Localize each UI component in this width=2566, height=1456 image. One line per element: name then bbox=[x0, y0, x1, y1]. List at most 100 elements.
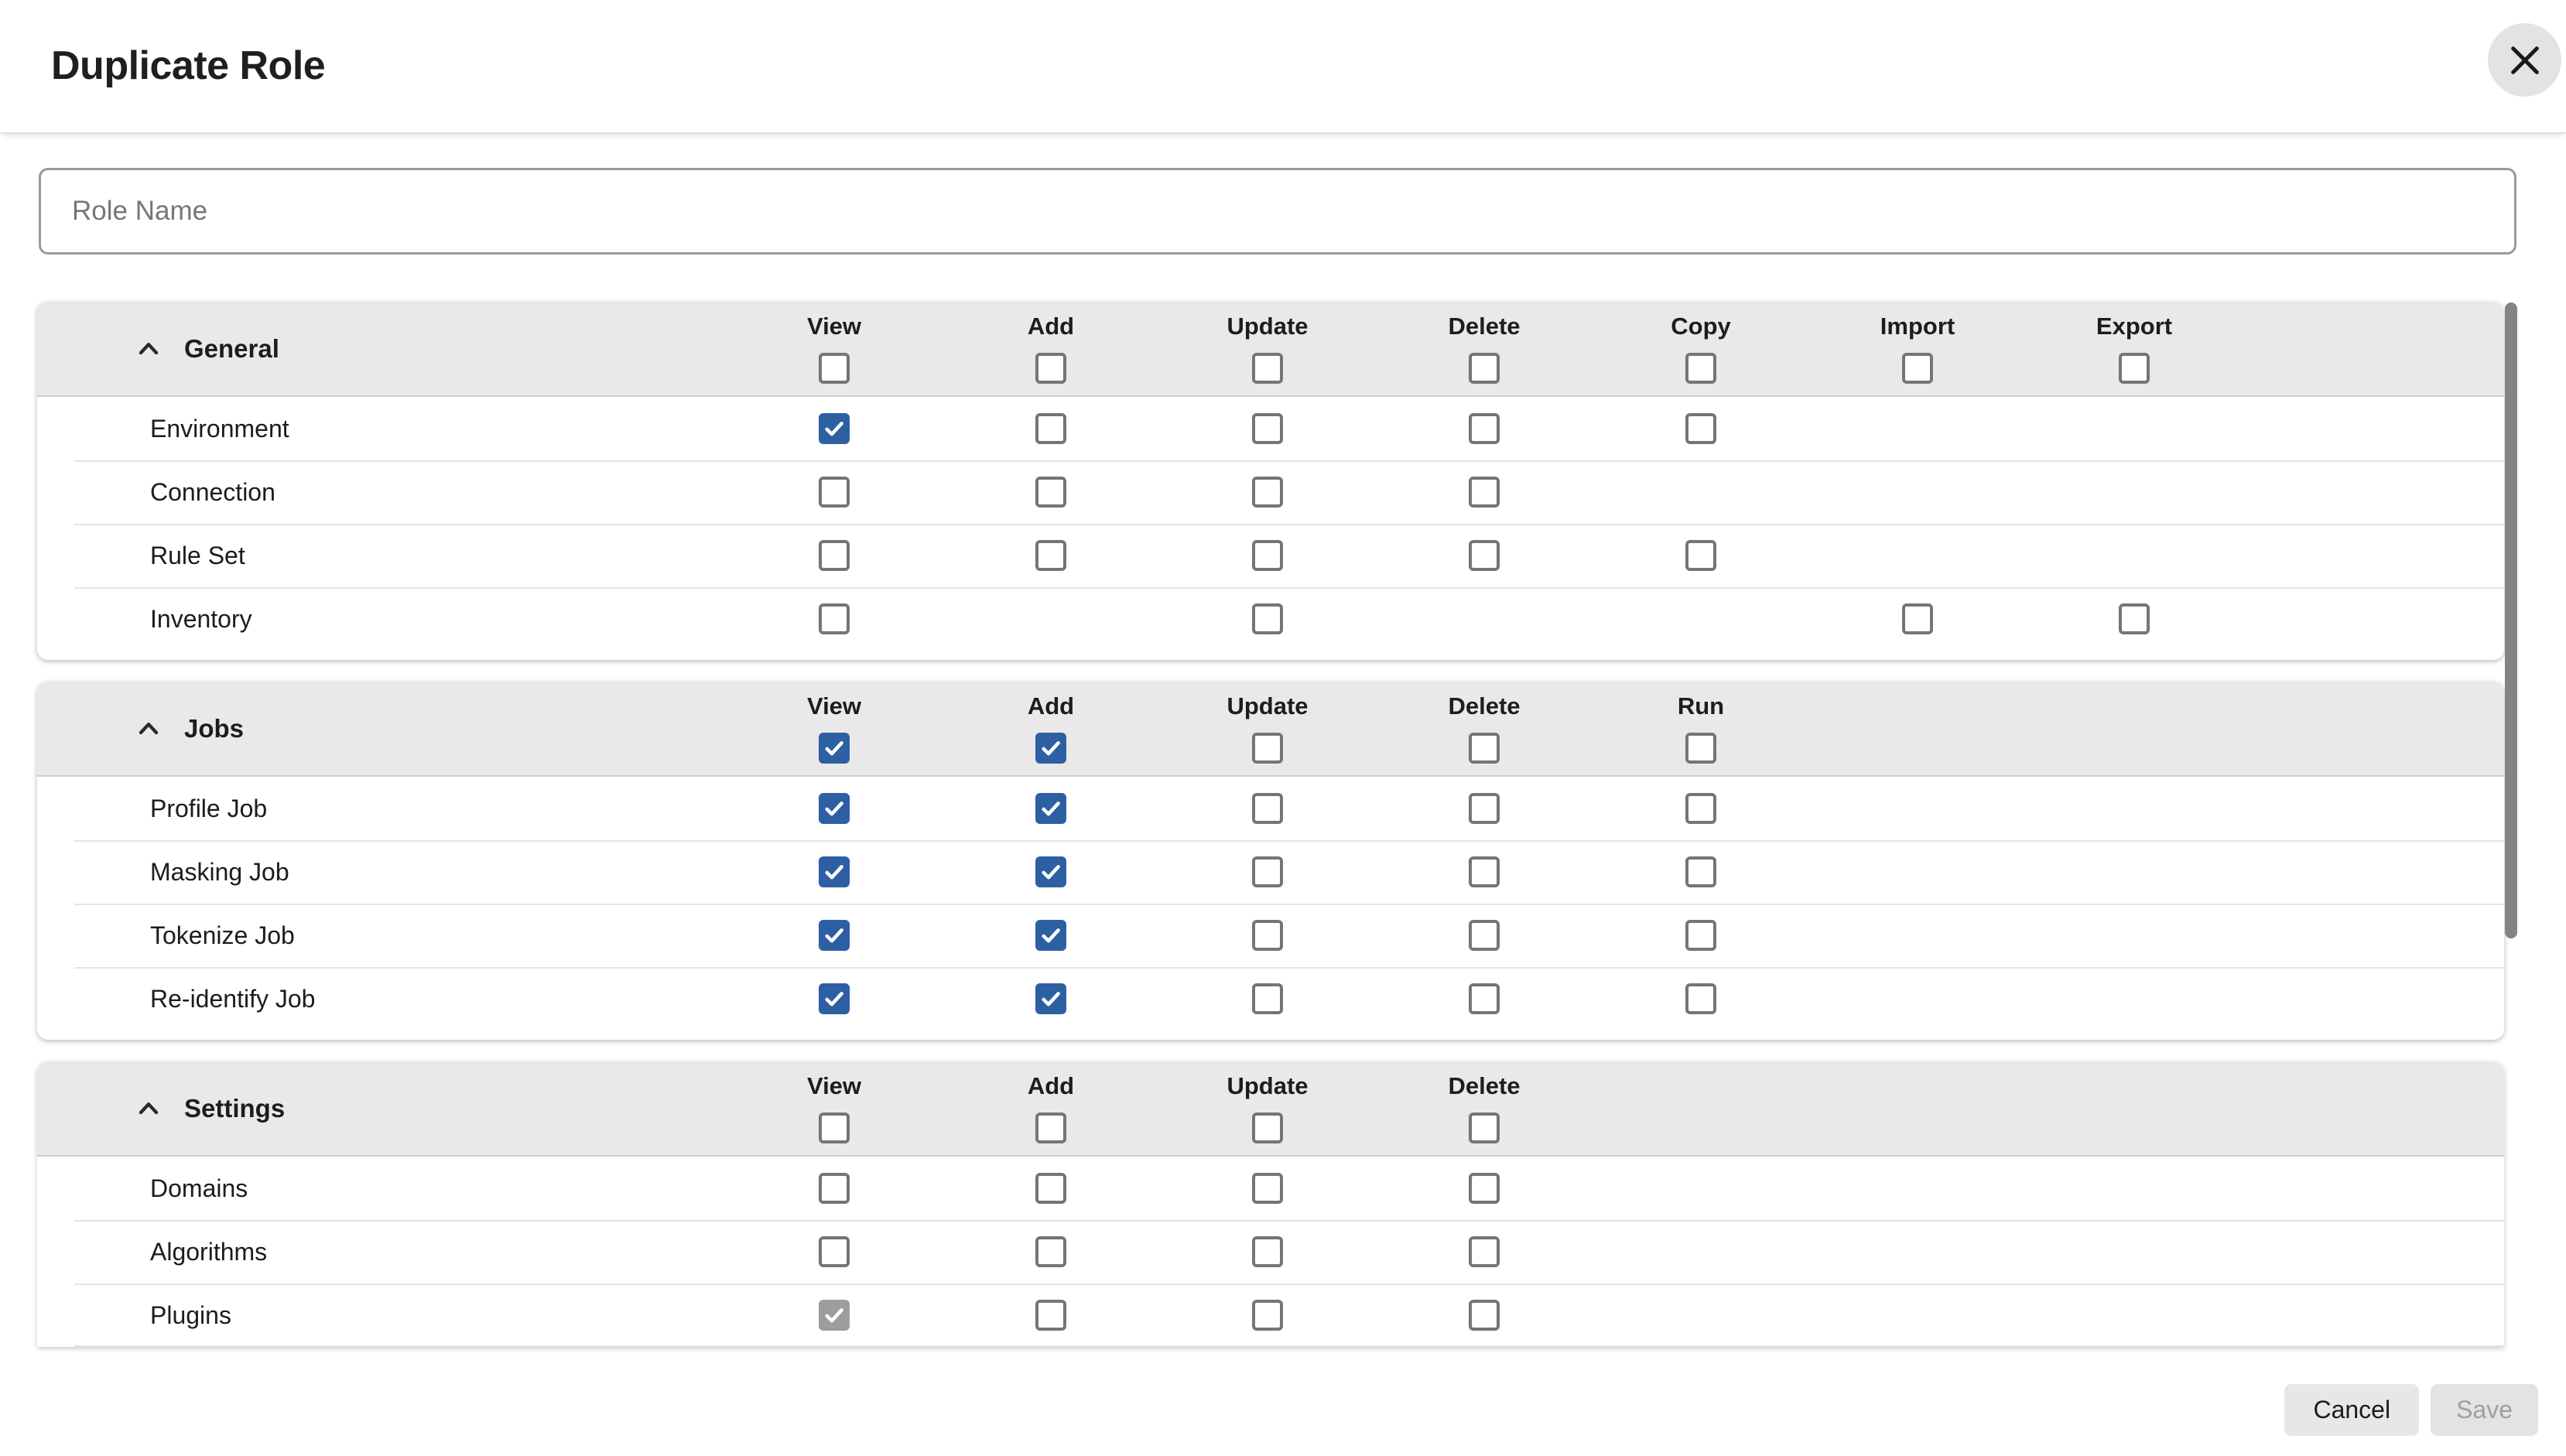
checkbox-jobs-masking-job-delete[interactable] bbox=[1469, 856, 1500, 887]
close-button[interactable] bbox=[2488, 23, 2561, 97]
checkbox-settings-select-all-update[interactable] bbox=[1252, 1113, 1283, 1143]
checkbox-general-rule-set-add[interactable] bbox=[1035, 540, 1066, 571]
row-label: Connection bbox=[150, 478, 275, 506]
checkbox-general-environment-view[interactable] bbox=[819, 413, 850, 444]
checkbox-general-rule-set-delete[interactable] bbox=[1469, 540, 1500, 571]
checkbox-jobs-select-all-add[interactable] bbox=[1035, 733, 1066, 764]
cell-run bbox=[1593, 856, 1809, 887]
checkbox-jobs-masking-job-add[interactable] bbox=[1035, 856, 1066, 887]
checkbox-general-select-all-update[interactable] bbox=[1252, 353, 1283, 384]
cell-add bbox=[943, 1236, 1159, 1267]
chevron-up-icon bbox=[133, 1093, 164, 1124]
checkbox-settings-plugins-update[interactable] bbox=[1252, 1300, 1283, 1331]
checkbox-jobs-re-identify-job-delete[interactable] bbox=[1469, 983, 1500, 1014]
collapse-section-button[interactable] bbox=[132, 332, 166, 366]
checkbox-settings-domains-delete[interactable] bbox=[1469, 1173, 1500, 1204]
cell-delete bbox=[1376, 1236, 1593, 1267]
collapse-section-button[interactable] bbox=[132, 712, 166, 746]
checkbox-jobs-tokenize-job-run[interactable] bbox=[1685, 920, 1716, 951]
checkbox-settings-algorithms-update[interactable] bbox=[1252, 1236, 1283, 1267]
checkbox-general-environment-update[interactable] bbox=[1252, 413, 1283, 444]
checkbox-general-connection-add[interactable] bbox=[1035, 477, 1066, 508]
checkbox-jobs-select-all-delete[interactable] bbox=[1469, 733, 1500, 764]
checkbox-general-inventory-view[interactable] bbox=[819, 603, 850, 634]
checkbox-settings-plugins-add[interactable] bbox=[1035, 1300, 1066, 1331]
checkbox-settings-algorithms-view[interactable] bbox=[819, 1236, 850, 1267]
cancel-button[interactable]: Cancel bbox=[2284, 1384, 2419, 1436]
checkbox-jobs-re-identify-job-run[interactable] bbox=[1685, 983, 1716, 1014]
checkbox-settings-select-all-view[interactable] bbox=[819, 1113, 850, 1143]
checkbox-jobs-profile-job-delete[interactable] bbox=[1469, 793, 1500, 824]
checkbox-settings-select-all-add[interactable] bbox=[1035, 1113, 1066, 1143]
vertical-scrollbar-thumb[interactable] bbox=[2505, 302, 2517, 938]
checkbox-general-inventory-import[interactable] bbox=[1902, 603, 1933, 634]
checkbox-general-rule-set-copy[interactable] bbox=[1685, 540, 1716, 571]
role-name-input[interactable] bbox=[39, 168, 2516, 255]
checkbox-jobs-tokenize-job-view[interactable] bbox=[819, 920, 850, 951]
checkbox-jobs-re-identify-job-view[interactable] bbox=[819, 983, 850, 1014]
checkbox-general-environment-copy[interactable] bbox=[1685, 413, 1716, 444]
section-title: Settings bbox=[184, 1094, 285, 1123]
checkbox-general-environment-delete[interactable] bbox=[1469, 413, 1500, 444]
checkbox-general-select-all-copy[interactable] bbox=[1685, 353, 1716, 384]
checkbox-settings-algorithms-add[interactable] bbox=[1035, 1236, 1066, 1267]
checkbox-settings-plugins-view bbox=[819, 1300, 850, 1331]
save-button[interactable]: Save bbox=[2431, 1384, 2538, 1436]
row-label: Algorithms bbox=[150, 1238, 267, 1266]
checkbox-jobs-tokenize-job-add[interactable] bbox=[1035, 920, 1066, 951]
checkbox-general-select-all-import[interactable] bbox=[1902, 353, 1933, 384]
cell-view bbox=[726, 793, 943, 824]
checkbox-general-connection-view[interactable] bbox=[819, 477, 850, 508]
checkbox-jobs-re-identify-job-update[interactable] bbox=[1252, 983, 1283, 1014]
checkbox-jobs-select-all-run[interactable] bbox=[1685, 733, 1716, 764]
cell-update bbox=[1159, 540, 1376, 571]
checkbox-jobs-masking-job-update[interactable] bbox=[1252, 856, 1283, 887]
check-icon bbox=[822, 796, 847, 821]
checkbox-general-select-all-add[interactable] bbox=[1035, 353, 1066, 384]
chevron-up-icon bbox=[133, 713, 164, 744]
section-header: Jobs ViewAddUpdateDeleteRun bbox=[37, 682, 2504, 777]
cell-update bbox=[1159, 983, 1376, 1014]
checkbox-jobs-profile-job-update[interactable] bbox=[1252, 793, 1283, 824]
checkbox-jobs-profile-job-run[interactable] bbox=[1685, 793, 1716, 824]
checkbox-settings-domains-update[interactable] bbox=[1252, 1173, 1283, 1204]
table-row-rule-set: Rule Set bbox=[37, 524, 2504, 587]
checkbox-general-select-all-view[interactable] bbox=[819, 353, 850, 384]
checkbox-general-select-all-delete[interactable] bbox=[1469, 353, 1500, 384]
checkbox-settings-select-all-delete[interactable] bbox=[1469, 1113, 1500, 1143]
checkbox-general-rule-set-view[interactable] bbox=[819, 540, 850, 571]
checkbox-jobs-tokenize-job-delete[interactable] bbox=[1469, 920, 1500, 951]
checkbox-general-connection-delete[interactable] bbox=[1469, 477, 1500, 508]
permissions-table: General ViewAddUpdateDeleteCopyImportExp… bbox=[37, 302, 2504, 1347]
collapse-section-button[interactable] bbox=[132, 1092, 166, 1126]
checkbox-general-connection-update[interactable] bbox=[1252, 477, 1283, 508]
checkbox-jobs-tokenize-job-update[interactable] bbox=[1252, 920, 1283, 951]
checkbox-general-inventory-update[interactable] bbox=[1252, 603, 1283, 634]
checkbox-jobs-profile-job-view[interactable] bbox=[819, 793, 850, 824]
cell-view bbox=[726, 477, 943, 508]
checkbox-general-rule-set-update[interactable] bbox=[1252, 540, 1283, 571]
cell-add bbox=[943, 477, 1159, 508]
section-title: Jobs bbox=[184, 714, 244, 743]
table-row-inventory: Inventory bbox=[37, 587, 2504, 651]
checkbox-jobs-select-all-update[interactable] bbox=[1252, 733, 1283, 764]
checkbox-jobs-select-all-view[interactable] bbox=[819, 733, 850, 764]
checkbox-general-select-all-export[interactable] bbox=[2119, 353, 2150, 384]
cell-delete bbox=[1376, 540, 1593, 571]
table-row-algorithms: Algorithms bbox=[37, 1220, 2504, 1283]
checkbox-general-inventory-export[interactable] bbox=[2119, 603, 2150, 634]
check-icon bbox=[1038, 860, 1063, 884]
row-label: Tokenize Job bbox=[150, 921, 295, 949]
checkbox-jobs-re-identify-job-add[interactable] bbox=[1035, 983, 1066, 1014]
checkbox-settings-algorithms-delete[interactable] bbox=[1469, 1236, 1500, 1267]
checkbox-jobs-masking-job-view[interactable] bbox=[819, 856, 850, 887]
checkbox-settings-domains-add[interactable] bbox=[1035, 1173, 1066, 1204]
cell-add bbox=[943, 920, 1159, 951]
column-run: Run bbox=[1593, 682, 1809, 775]
checkbox-settings-domains-view[interactable] bbox=[819, 1173, 850, 1204]
checkbox-jobs-profile-job-add[interactable] bbox=[1035, 793, 1066, 824]
checkbox-settings-plugins-delete[interactable] bbox=[1469, 1300, 1500, 1331]
cell-run bbox=[1593, 983, 1809, 1014]
checkbox-general-environment-add[interactable] bbox=[1035, 413, 1066, 444]
checkbox-jobs-masking-job-run[interactable] bbox=[1685, 856, 1716, 887]
